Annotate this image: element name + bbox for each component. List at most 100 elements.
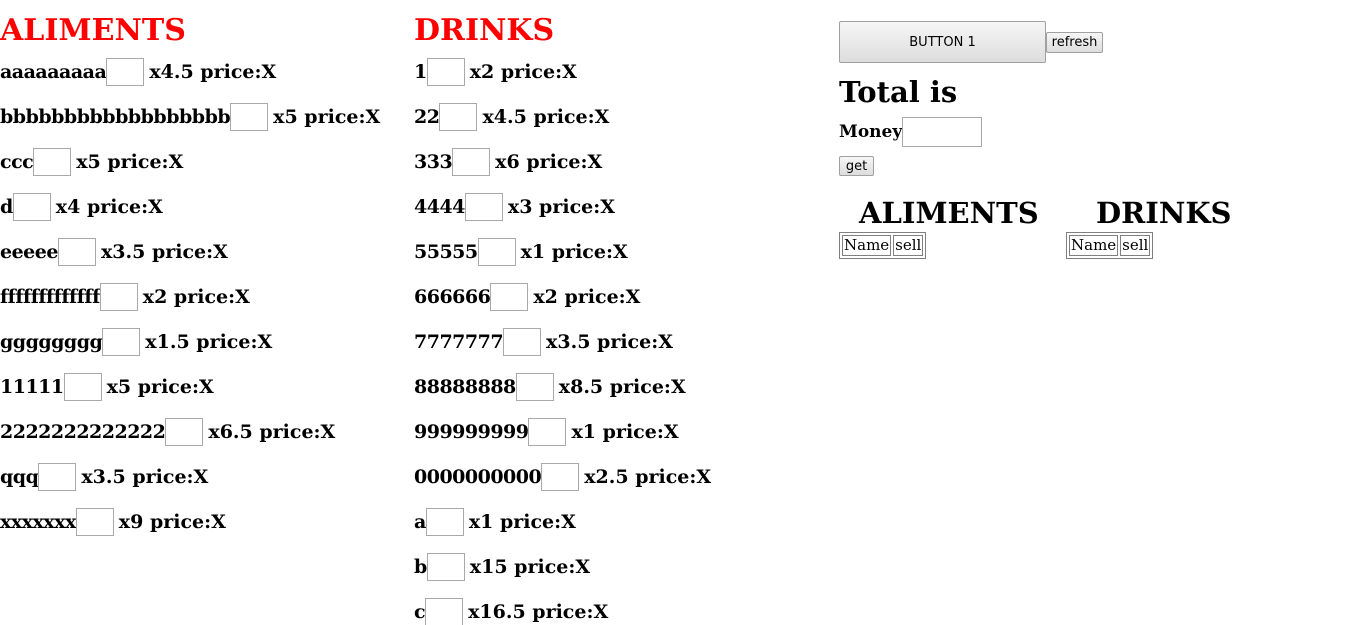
aliments-sell-title: ALIMENTS (859, 196, 1039, 230)
drink-quantity-input[interactable] (490, 283, 529, 311)
sell-column-header: sell (1120, 235, 1151, 256)
drink-item-row: b x15 price:X (414, 551, 594, 583)
drink-item-name: 4444 (414, 196, 465, 218)
aliment-quantity-input[interactable] (230, 103, 269, 131)
aliment-quantity-input[interactable] (165, 418, 204, 446)
drink-item-name: 55555 (414, 241, 478, 263)
aliment-item-row: aaaaaaaaa x4.5 price:X (0, 56, 280, 88)
drink-item-name: 333 (414, 151, 453, 173)
aliment-item-price: x9 price:X (118, 511, 226, 533)
drink-item-name: 0000000000 (414, 466, 542, 488)
aliment-item-row: d x4 price:X (0, 191, 167, 223)
aliment-quantity-input[interactable] (12, 193, 51, 221)
drink-item-name: 88888888 (414, 376, 516, 398)
drink-quantity-input[interactable] (425, 598, 464, 625)
table-header-row: Name sell (842, 235, 924, 256)
drink-item-row: 0000000000 x2.5 price:X (414, 461, 715, 493)
drink-item-name: c (414, 601, 426, 623)
drink-item-price: x2.5 price:X (584, 466, 712, 488)
drink-item-price: x1 price:X (468, 511, 576, 533)
drink-quantity-input[interactable] (425, 508, 464, 536)
aliment-item-name: 2222222222222 (0, 421, 166, 443)
aliment-quantity-input[interactable] (102, 328, 141, 356)
drink-quantity-input[interactable] (515, 373, 554, 401)
drink-item-price: x15 price:X (469, 556, 591, 578)
drinks-title: DRINKS (414, 13, 555, 48)
aliment-item-row: xxxxxxx x9 price:X (0, 506, 230, 538)
aliment-item-price: x6.5 price:X (208, 421, 336, 443)
aliment-item-name: xxxxxxx (0, 511, 76, 533)
button-1[interactable]: BUTTON 1 (839, 21, 1046, 63)
money-row: Money (839, 117, 983, 147)
table-header-row: Name sell (1069, 235, 1151, 256)
drink-item-price: x3 price:X (507, 196, 615, 218)
drink-quantity-input[interactable] (426, 553, 465, 581)
drink-quantity-input[interactable] (452, 148, 491, 176)
aliment-item-price: x4.5 price:X (149, 61, 277, 83)
drink-item-row: 666666 x2 price:X (414, 281, 644, 313)
total-label: Total is (839, 75, 958, 109)
drink-quantity-input[interactable] (426, 58, 465, 86)
drink-item-price: x2 price:X (533, 286, 641, 308)
drink-item-name: a (414, 511, 426, 533)
aliment-item-price: x3.5 price:X (100, 241, 228, 263)
aliment-item-price: x3.5 price:X (81, 466, 209, 488)
drink-quantity-input[interactable] (464, 193, 503, 221)
aliment-item-name: gggggggg (0, 331, 103, 353)
aliments-sell-table: Name sell (839, 232, 927, 259)
money-label: Money (839, 122, 903, 142)
sell-column-header: sell (893, 235, 924, 256)
drink-item-row: 88888888 x8.5 price:X (414, 371, 690, 403)
drink-quantity-input[interactable] (503, 328, 542, 356)
aliment-item-name: 11111 (0, 376, 64, 398)
aliment-item-price: x5 price:X (76, 151, 184, 173)
aliment-item-name: ccc (0, 151, 34, 173)
drink-item-price: x6 price:X (495, 151, 603, 173)
drink-item-name: 999999999 (414, 421, 529, 443)
aliment-item-row: bbbbbbbbbbbbbbbbbb x5 price:X (0, 101, 384, 133)
drink-quantity-input[interactable] (528, 418, 567, 446)
drink-item-price: x4.5 price:X (482, 106, 610, 128)
aliment-quantity-input[interactable] (33, 148, 72, 176)
aliment-item-row: gggggggg x1.5 price:X (0, 326, 276, 358)
drink-item-row: a x1 price:X (414, 506, 580, 538)
aliment-item-row: ccc x5 price:X (0, 146, 187, 178)
drink-item-name: 7777777 (414, 331, 504, 353)
drink-item-row: 7777777 x3.5 price:X (414, 326, 677, 358)
drink-item-name: 22 (414, 106, 440, 128)
aliments-title: ALIMENTS (0, 13, 186, 48)
name-column-header: Name (1069, 235, 1119, 256)
money-input[interactable] (902, 117, 983, 147)
aliment-quantity-input[interactable] (75, 508, 114, 536)
aliment-item-price: x2 price:X (142, 286, 250, 308)
get-button[interactable]: get (839, 156, 874, 176)
drinks-sell-table: Name sell (1066, 232, 1154, 259)
aliment-item-name: eeeee (0, 241, 58, 263)
aliment-item-name: aaaaaaaaa (0, 61, 107, 83)
aliment-quantity-input[interactable] (38, 463, 77, 491)
aliment-quantity-input[interactable] (57, 238, 96, 266)
drink-quantity-input[interactable] (477, 238, 516, 266)
drink-item-price: x1 price:X (520, 241, 628, 263)
refresh-button[interactable]: refresh (1046, 32, 1103, 53)
drink-item-row: 22 x4.5 price:X (414, 101, 613, 133)
aliment-item-price: x5 price:X (106, 376, 214, 398)
aliment-item-row: 2222222222222 x6.5 price:X (0, 416, 339, 448)
drink-item-row: 999999999 x1 price:X (414, 416, 683, 448)
drink-item-name: b (414, 556, 427, 578)
aliment-item-price: x5 price:X (273, 106, 381, 128)
drink-item-price: x8.5 price:X (558, 376, 686, 398)
drink-quantity-input[interactable] (541, 463, 580, 491)
drink-item-price: x16.5 price:X (468, 601, 609, 623)
drink-item-price: x3.5 price:X (546, 331, 673, 353)
drink-item-name: 1 (414, 61, 427, 83)
drink-item-row: 333 x6 price:X (414, 146, 606, 178)
aliment-quantity-input[interactable] (63, 373, 102, 401)
aliment-item-row: fffffffffffff x2 price:X (0, 281, 254, 313)
drink-quantity-input[interactable] (439, 103, 478, 131)
drink-item-row: 55555 x1 price:X (414, 236, 632, 268)
aliment-item-row: qqq x3.5 price:X (0, 461, 212, 493)
aliment-quantity-input[interactable] (106, 58, 145, 86)
aliment-item-row: 11111 x5 price:X (0, 371, 218, 403)
aliment-quantity-input[interactable] (99, 283, 138, 311)
